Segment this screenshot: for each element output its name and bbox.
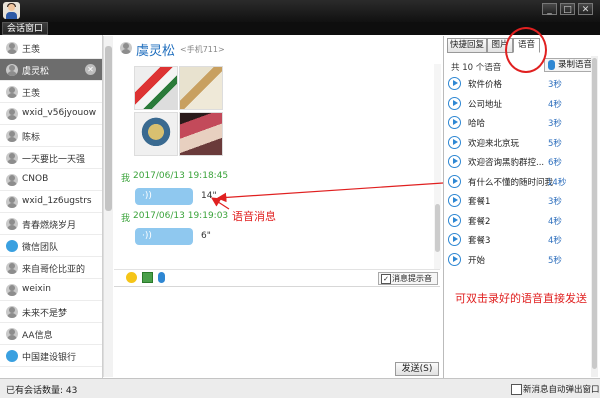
annotation-arrow <box>216 182 444 203</box>
annotation-arrow <box>210 197 230 210</box>
annotation-voice-message: 语音消息 <box>232 210 276 223</box>
annotation-double-click-hint: 可双击录好的语音直接发送 <box>455 292 587 305</box>
annotation-arrows <box>210 182 444 210</box>
